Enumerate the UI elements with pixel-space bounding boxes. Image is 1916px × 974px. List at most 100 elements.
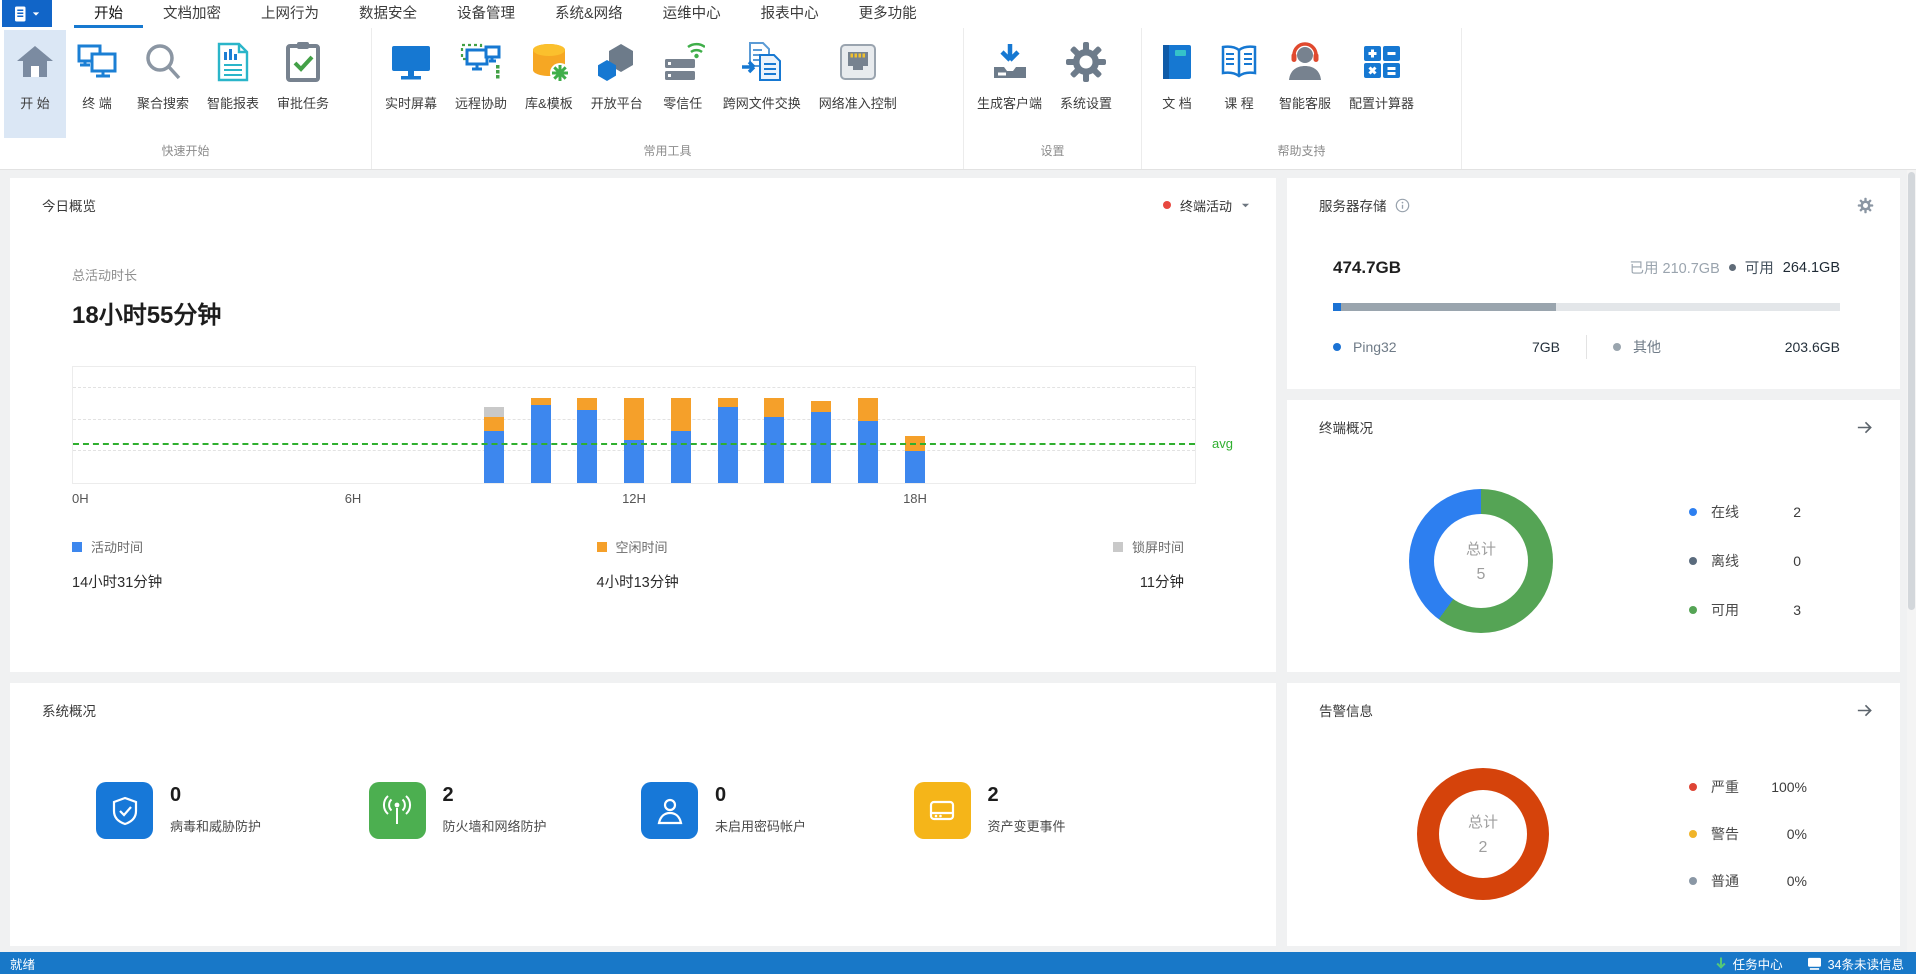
donut-legend-item-1: 在线 2 (1689, 502, 1801, 522)
ribbon-group-label: 快速开始 (161, 144, 210, 158)
menu-tab-8[interactable]: 报表中心 (741, 0, 839, 28)
shield-check-icon (96, 782, 153, 839)
system-stat-3: 0 未启用密码帐户 (641, 782, 914, 839)
ribbon-toolbar: 开 始 终 端 聚合搜索 智能报表 审批任务快速开始 实时屏幕 远程协助 库&模板 开放平台 零信… (0, 28, 1916, 170)
alert-legend: 严重 100% 警告 0% 普通 0% (1689, 777, 1807, 891)
system-stat-value: 2 (442, 784, 454, 806)
ribbon-item-open-platform[interactable]: 开放平台 (582, 30, 652, 138)
menu-tab-1[interactable]: 开始 (74, 0, 143, 28)
menu-tab-6[interactable]: 系统&网络 (535, 0, 643, 28)
ribbon-item-realtime-screen[interactable]: 实时屏幕 (376, 30, 446, 138)
ribbon-group-label: 帮助支持 (1277, 144, 1326, 158)
ribbon-item-label: 终 端 (82, 96, 112, 111)
legend-dot (1689, 557, 1697, 565)
scrollbar-thumb[interactable] (1908, 172, 1915, 610)
ribbon-item-report[interactable]: 智能报表 (198, 30, 268, 138)
today-overview-card: 今日概览 终端活动 总活动时长 18小时55分钟 avg 0H 6H 12H 18H … (10, 178, 1276, 672)
open-platform-icon (595, 40, 639, 84)
legend-dot (1689, 606, 1697, 614)
ribbon-item-zero-trust[interactable]: 零信任 (652, 30, 714, 138)
unread-messages-button[interactable]: 34条未读信息 (1807, 954, 1904, 973)
system-overview-title: 系统概况 (42, 704, 96, 719)
menu-tab-7[interactable]: 运维中心 (643, 0, 741, 28)
ribbon-item-file-exchange[interactable]: 跨网文件交换 (714, 30, 810, 138)
dashboard-content: 今日概览 终端活动 总活动时长 18小时55分钟 avg 0H 6H 12H 18H … (0, 170, 1916, 952)
alert-info-link[interactable] (1855, 701, 1874, 720)
ribbon-empty-space (1462, 28, 1916, 169)
info-icon[interactable] (1395, 198, 1410, 213)
chart-bar-13h (670, 397, 691, 483)
caret-down-icon (32, 11, 40, 16)
legend-item-2: 空闲时间 4小时13分钟 (596, 537, 679, 592)
app-menu-button[interactable] (2, 0, 52, 27)
chart-bar-10h (530, 397, 551, 483)
ribbon-item-course-book[interactable]: 课 程 (1208, 30, 1270, 138)
ribbon-item-remote-assist[interactable]: 远程协助 (446, 30, 516, 138)
app-list-icon (15, 6, 26, 21)
terminal-overview-link[interactable] (1855, 418, 1874, 437)
ribbon-item-home[interactable]: 开 始 (4, 30, 66, 138)
ribbon-item-customer-service[interactable]: 智能客服 (1270, 30, 1340, 138)
legend-value: 14小时31分钟 (72, 575, 163, 591)
broadcast-icon (368, 782, 426, 839)
total-activity-value: 18小时55分钟 (72, 302, 222, 329)
legend-value: 0% (1786, 826, 1807, 842)
ribbon-item-calculator[interactable]: 配置计算器 (1340, 30, 1423, 138)
menu-tab-4[interactable]: 数据安全 (339, 0, 437, 28)
chart-bar-11h (577, 397, 598, 483)
ribbon-item-library-template[interactable]: 库&模板 (516, 30, 582, 138)
ribbon-group-label: 常用工具 (643, 144, 692, 158)
menu-tab-2[interactable]: 文档加密 (143, 0, 241, 28)
chart-bar-segment (577, 397, 598, 411)
chart-bar-segment (670, 397, 691, 431)
ribbon-item-search[interactable]: 聚合搜索 (128, 30, 198, 138)
terminal-total-value: 5 (1476, 566, 1486, 583)
ribbon-item-document-book[interactable]: 文 档 (1146, 30, 1208, 138)
alert-total-value: 2 (1478, 839, 1488, 856)
status-ready: 就绪 (10, 957, 36, 972)
gear-icon (1857, 197, 1874, 213)
ribbon-item-label: 审批任务 (277, 96, 330, 111)
x-tick-18H: 18H (903, 491, 927, 506)
storage-segment-其他 (1340, 303, 1556, 311)
activity-type-dropdown[interactable]: 终端活动 (1162, 196, 1250, 215)
system-stat-label: 防火墙和网络防护 (442, 819, 547, 834)
arrow-right-icon (1857, 704, 1872, 716)
storage-item-label: Ping32 (1353, 339, 1397, 355)
ribbon-item-terminal[interactable]: 终 端 (66, 30, 128, 138)
ribbon-item-gear[interactable]: 系统设置 (1051, 30, 1121, 138)
generate-client-icon (988, 40, 1032, 84)
terminal-donut-chart: 总计 5 (1409, 489, 1553, 633)
ribbon-item-approval-task[interactable]: 审批任务 (268, 30, 338, 138)
chart-bar-segment (811, 411, 831, 483)
chart-gridline (73, 387, 1195, 388)
task-center-button[interactable]: 任务中心 (1715, 954, 1783, 973)
server-storage-title: 服务器存储 (1319, 199, 1387, 214)
ribbon-item-network-access[interactable]: 网络准入控制 (810, 30, 906, 138)
alert-donut-chart: 总计 2 (1417, 768, 1549, 900)
chart-plot-area: avg (72, 366, 1233, 484)
legend-dot (1689, 877, 1697, 885)
legend-label: 严重 (1711, 779, 1739, 795)
chart-bar-segment (904, 451, 925, 483)
menu-tab-3[interactable]: 上网行为 (241, 0, 339, 28)
system-overview-card: 系统概况 0 病毒和威胁防护 2 防火墙和网络防护 0 未启用密码帐户 2 资产变更事件 (10, 683, 1276, 946)
messages-icon (1807, 957, 1821, 970)
ribbon-item-generate-client[interactable]: 生成客户端 (968, 30, 1051, 138)
ribbon-item-label: 系统设置 (1060, 96, 1113, 111)
course-book-icon (1217, 40, 1261, 84)
gear-icon (1064, 40, 1108, 84)
storage-settings-button[interactable] (1857, 197, 1874, 214)
menu-tab-5[interactable]: 设备管理 (437, 0, 535, 28)
ribbon-item-label: 实时屏幕 (385, 96, 438, 111)
menu-tab-9[interactable]: 更多功能 (839, 0, 937, 28)
chart-bar-segment (530, 397, 551, 406)
donut-legend-item-3: 普通 0% (1689, 871, 1807, 891)
chevron-down-icon (1241, 203, 1250, 207)
chart-bar-segment (717, 407, 738, 483)
storage-segment-free (1555, 303, 1840, 311)
vertical-scrollbar[interactable] (1907, 170, 1916, 952)
asset-device-icon (913, 782, 971, 839)
storage-item-value: 7GB (1531, 339, 1560, 355)
chart-bar-14h (717, 397, 738, 483)
